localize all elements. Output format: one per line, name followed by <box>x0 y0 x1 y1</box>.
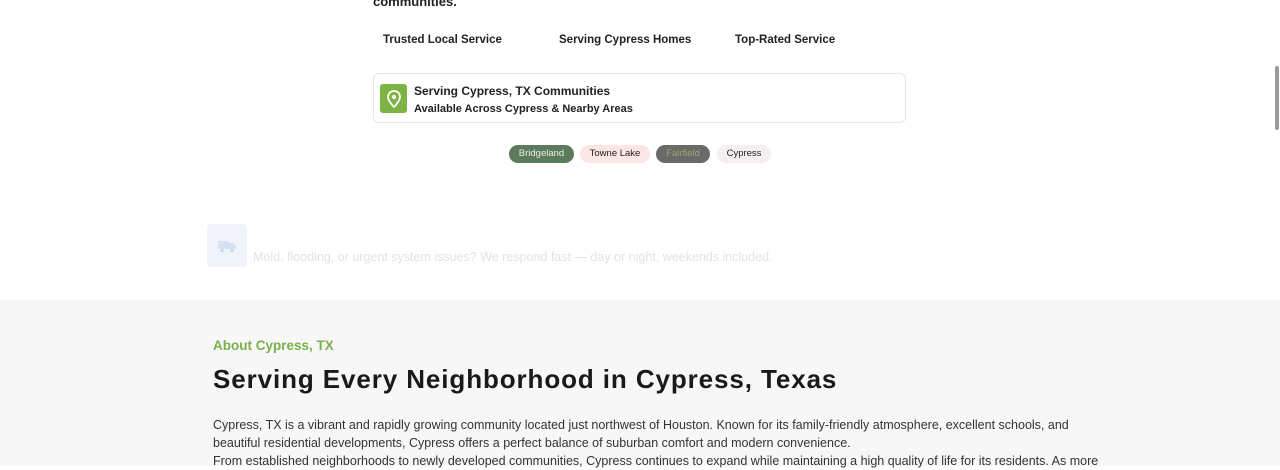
about-section: About Cypress, TX Serving Every Neighbor… <box>0 300 1280 468</box>
service-area-subtitle: Available Across Cypress & Nearby Areas <box>414 103 633 115</box>
chip-fairfield[interactable]: Fairfield <box>656 145 710 163</box>
feature-trusted-local: Trusted Local Service <box>383 34 502 46</box>
chip-towne-lake[interactable]: Towne Lake <box>580 145 650 163</box>
feature-top-rated: Top-Rated Service <box>735 34 836 46</box>
service-area-section: communities. Trusted Local Service Servi… <box>0 0 1280 300</box>
about-paragraph: Cypress, TX is a vibrant and rapidly gro… <box>213 416 1099 470</box>
service-area-card: Serving Cypress, TX Communities Availabl… <box>373 73 906 123</box>
about-section-label: About Cypress, TX <box>213 338 334 353</box>
about-heading: Serving Every Neighborhood in Cypress, T… <box>213 364 838 394</box>
emergency-truck-icon <box>207 224 247 267</box>
chip-cypress[interactable]: Cypress <box>717 145 771 163</box>
intro-text-fragment: communities. <box>373 0 457 9</box>
service-area-title: Serving Cypress, TX Communities <box>414 84 611 98</box>
scrollbar-thumb[interactable] <box>1275 66 1279 130</box>
about-paragraph-line: beautiful residential developments, Cypr… <box>213 436 851 450</box>
chip-bridgeland[interactable]: Bridgeland <box>509 145 574 163</box>
feature-serving-cypress: Serving Cypress Homes <box>559 34 692 46</box>
map-pin-icon <box>380 84 407 113</box>
about-paragraph-line: From established neighborhoods to newly … <box>213 454 1099 468</box>
page-scrollbar[interactable] <box>1274 0 1280 466</box>
emergency-service-text: Mold, flooding, or urgent system issues?… <box>253 250 773 264</box>
about-paragraph-line: Cypress, TX is a vibrant and rapidly gro… <box>213 418 1069 432</box>
